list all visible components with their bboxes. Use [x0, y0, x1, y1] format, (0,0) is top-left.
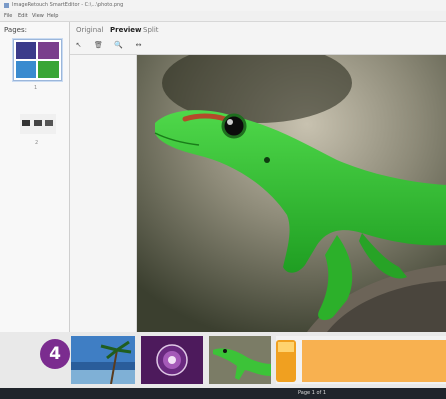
page-status: Page 1 of 1	[298, 390, 327, 396]
tab-split[interactable]: Split	[143, 26, 159, 34]
status-bar: Page 1 of 1	[0, 388, 446, 399]
title-bar: ImageRetouch SmartEditor - C:\...\photo.…	[0, 0, 446, 11]
thumbnail-gecko[interactable]	[209, 336, 271, 384]
gecko-illustration	[137, 55, 446, 332]
menu-edit[interactable]: Edit	[18, 13, 28, 19]
tab-original[interactable]: Original	[76, 26, 103, 34]
pan-icon[interactable]: ↔	[134, 41, 143, 50]
pointer-icon[interactable]: ↖	[74, 41, 83, 50]
gecko-thumbnail-image	[209, 336, 271, 384]
page-thumbnail-1[interactable]	[13, 39, 62, 81]
thumbnail-beach[interactable]	[71, 336, 135, 384]
menu-view[interactable]: View	[32, 13, 44, 19]
orange-image	[276, 336, 446, 384]
pages-label: Pages:	[4, 26, 27, 34]
gecko-photo[interactable]	[137, 55, 446, 332]
page-thumbnail-2[interactable]	[20, 114, 56, 134]
toolbar: ↖ 🗑 🔍 ↔	[70, 37, 446, 55]
thumbnail-purple-emblem[interactable]	[141, 336, 203, 384]
thumbnail-orange[interactable]	[276, 336, 446, 384]
page-number-2: 2	[35, 140, 39, 146]
beach-palm-image	[71, 336, 135, 384]
menu-help[interactable]: Help	[47, 13, 58, 19]
delete-icon[interactable]: 🗑	[94, 41, 103, 50]
page-number-1: 1	[34, 85, 38, 91]
tab-preview[interactable]: Preview	[110, 26, 142, 34]
zoom-icon[interactable]: 🔍	[114, 41, 123, 50]
menu-file[interactable]: File	[4, 13, 12, 19]
window-title: ImageRetouch SmartEditor - C:\...\photo.…	[12, 2, 124, 8]
purple-emblem-image	[141, 336, 203, 384]
app-icon	[4, 3, 9, 8]
step-badge: 4	[40, 339, 70, 369]
menu-bar: File Edit View Help	[0, 11, 446, 22]
canvas-margin	[70, 55, 137, 332]
view-tabs: Original Preview Split	[70, 22, 446, 37]
pages-panel: Pages: 1 2	[0, 22, 70, 332]
